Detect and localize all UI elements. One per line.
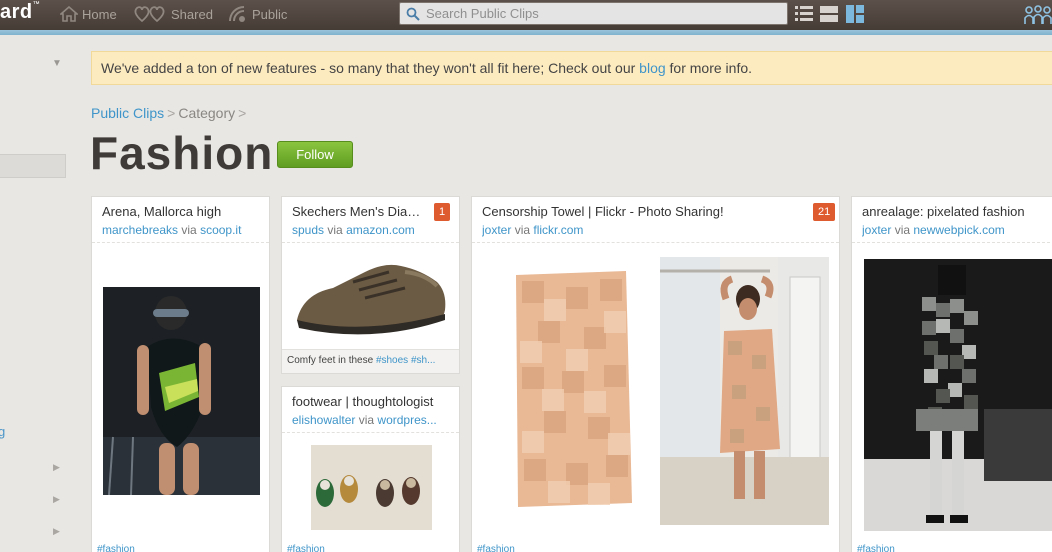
towel-photo-image[interactable]: [660, 257, 829, 525]
clip-user-link[interactable]: spuds: [292, 223, 324, 237]
clip-user-link[interactable]: elishowalter: [292, 413, 355, 427]
towel-image[interactable]: [508, 271, 636, 509]
clip-title[interactable]: footwear | thoughtologist: [292, 394, 449, 409]
swimmer-image[interactable]: [103, 287, 260, 495]
clip-caption-text: Comfy feet in these: [287, 355, 376, 366]
list-view-icon[interactable]: [795, 5, 813, 23]
follow-button[interactable]: Follow: [277, 141, 353, 168]
shared-icon: [134, 6, 165, 23]
shoe-image[interactable]: [293, 252, 450, 342]
sidebar-expand-arrow[interactable]: ▶: [53, 526, 60, 537]
compact-view-icon[interactable]: [820, 5, 838, 23]
sidebar-expand-arrow[interactable]: ▶: [53, 494, 60, 505]
clip-via: via: [327, 223, 343, 237]
clip-tag[interactable]: #fashion: [287, 544, 325, 552]
blog-link[interactable]: blog: [639, 60, 665, 76]
clip-meta: marchebreaks via scoop.it: [102, 223, 259, 237]
clip-via: via: [514, 223, 531, 237]
clip-meta: spuds via amazon.com: [292, 223, 449, 237]
clip-user-link[interactable]: joxter: [862, 223, 891, 237]
clip-source-link[interactable]: amazon.com: [346, 223, 415, 237]
breadcrumb-public-clips[interactable]: Public Clips: [91, 105, 164, 121]
clip-title[interactable]: Skechers Men's Diam...: [292, 204, 426, 219]
clip-title[interactable]: Arena, Mallorca high: [102, 204, 259, 219]
clip-tag[interactable]: #fashion: [857, 544, 895, 552]
clip-source-link[interactable]: newwebpick.com: [913, 223, 1004, 237]
notice-text-end: for more info.: [665, 60, 753, 76]
clip-via: via: [358, 413, 375, 427]
clip-via: via: [181, 223, 197, 237]
brand-logo[interactable]: ard™: [0, 1, 40, 24]
clip-card[interactable]: Arena, Mallorca high marchebreaks via sc…: [91, 196, 270, 552]
clip-tag[interactable]: #fashion: [97, 544, 135, 552]
clip-card[interactable]: Skechers Men's Diam... spuds via amazon.…: [281, 196, 460, 374]
sidebar-selected-item[interactable]: [0, 154, 66, 178]
clip-header: Censorship Towel | Flickr - Photo Sharin…: [472, 197, 839, 243]
clip-title[interactable]: Censorship Towel | Flickr - Photo Sharin…: [482, 204, 812, 219]
pixelated-fashion-image[interactable]: [864, 259, 1052, 531]
clip-header: anrealage: pixelated fashion joxter via …: [852, 197, 1052, 243]
clip-via: via: [894, 223, 911, 237]
notice-text: We've added a ton of new features - so m…: [101, 60, 640, 76]
top-bar: ard™ Home Shared Public: [0, 0, 1052, 30]
nav-home-label: Home: [82, 6, 117, 22]
nav-shared-label: Shared: [171, 6, 213, 22]
sidebar-link[interactable]: g: [0, 424, 5, 439]
clip-source-link[interactable]: scoop.it: [200, 223, 241, 237]
clip-user-link[interactable]: marchebreaks: [102, 223, 178, 237]
people-icon[interactable]: [1024, 4, 1052, 26]
clip-count-badge: 21: [813, 203, 836, 221]
nav-home[interactable]: Home: [60, 4, 117, 24]
footwear-image[interactable]: [311, 445, 432, 530]
sidebar-expand-arrow[interactable]: ▶: [53, 462, 60, 473]
public-icon: [229, 6, 245, 22]
home-icon: [60, 6, 78, 22]
search-input[interactable]: [426, 6, 766, 21]
clip-header: Skechers Men's Diam... spuds via amazon.…: [282, 197, 459, 243]
search-box[interactable]: [399, 2, 788, 25]
clip-meta: elishowalter via wordpres...: [292, 413, 449, 427]
search-icon: [406, 7, 420, 21]
clip-caption: Comfy feet in these #shoes #sh...: [287, 355, 457, 366]
breadcrumb-category[interactable]: Category: [178, 105, 235, 121]
clip-card[interactable]: anrealage: pixelated fashion joxter via …: [851, 196, 1052, 552]
clip-meta: joxter via flickr.com: [482, 223, 829, 237]
breadcrumb: Public Clips > Category >: [91, 105, 249, 121]
clip-tag[interactable]: #fashion: [477, 544, 515, 552]
clip-header: footwear | thoughtologist elishowalter v…: [282, 387, 459, 433]
nav-shared[interactable]: Shared: [133, 4, 213, 24]
clip-card[interactable]: Censorship Towel | Flickr - Photo Sharin…: [471, 196, 840, 552]
clip-title[interactable]: anrealage: pixelated fashion: [862, 204, 1050, 219]
nav-public-label: Public: [252, 6, 288, 22]
clip-card[interactable]: footwear | thoughtologist elishowalter v…: [281, 386, 460, 552]
top-bar-stripe: [0, 30, 1052, 35]
clip-header: Arena, Mallorca high marchebreaks via sc…: [92, 197, 269, 243]
clip-source-link[interactable]: flickr.com: [533, 223, 583, 237]
breadcrumb-separator: >: [167, 105, 176, 121]
feature-notice: We've added a ton of new features - so m…: [91, 51, 1052, 85]
clip-meta: joxter via newwebpick.com: [862, 223, 1050, 237]
page-title: Fashion: [90, 127, 274, 179]
clip-source-link[interactable]: wordpres...: [377, 413, 436, 427]
breadcrumb-separator: >: [238, 105, 247, 121]
clip-user-link[interactable]: joxter: [482, 223, 511, 237]
grid-view-icon[interactable]: [846, 5, 864, 23]
nav-public[interactable]: Public: [228, 4, 287, 24]
clip-count-badge: 1: [434, 203, 451, 221]
sidebar-dropdown-arrow[interactable]: ▼: [52, 58, 62, 69]
clip-caption-tags[interactable]: #shoes #sh...: [376, 355, 435, 366]
